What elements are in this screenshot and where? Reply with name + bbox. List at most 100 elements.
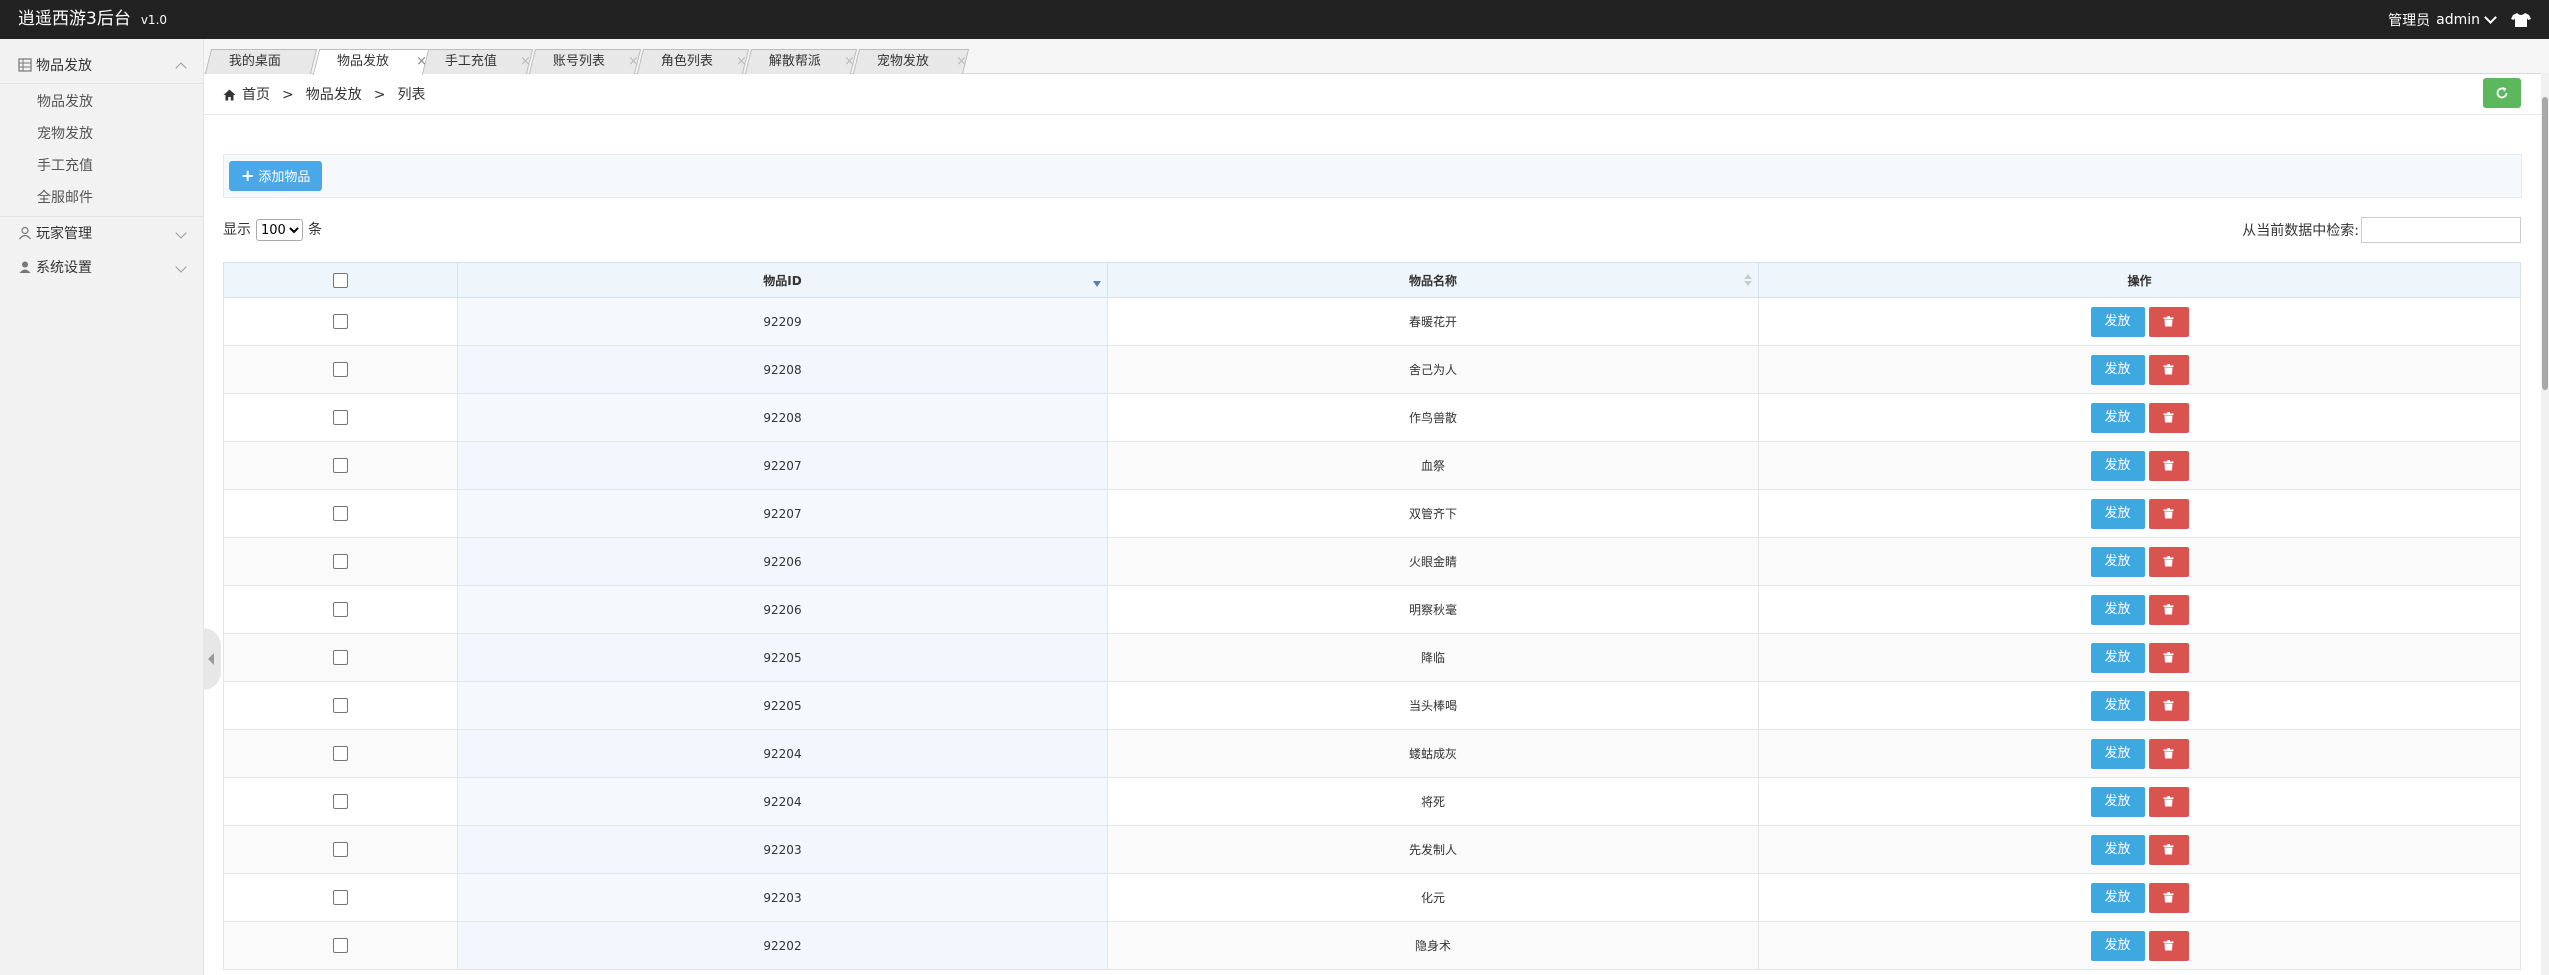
actions-cell: 发放 — [1758, 729, 2521, 778]
breadcrumb-section[interactable]: 物品发放 — [306, 82, 362, 108]
send-button[interactable]: 发放 — [2090, 594, 2145, 625]
row-checkbox[interactable] — [333, 362, 348, 377]
tab-item-grant[interactable]: 物品发放 × — [312, 49, 430, 75]
item-id-cell: 92202 — [457, 921, 1108, 970]
delete-button[interactable] — [2148, 402, 2189, 433]
item-name-cell: 蝼蛄成灰 — [1107, 729, 1759, 778]
row-checkbox[interactable] — [333, 938, 348, 953]
table-row: 92203 化元 发放 — [223, 873, 2521, 922]
tab-disband-guild[interactable]: 解散帮派 × — [744, 49, 858, 74]
row-checkbox[interactable] — [333, 650, 348, 665]
sidebar-group-item-grant[interactable]: 物品发放 — [0, 49, 203, 83]
row-checkbox[interactable] — [333, 506, 348, 521]
tab-manual-recharge[interactable]: 手工充值 × — [420, 49, 534, 74]
item-name-cell: 双管齐下 — [1107, 489, 1759, 538]
row-checkbox[interactable] — [333, 458, 348, 473]
breadcrumb-home[interactable]: 首页 — [242, 82, 270, 108]
actions-cell: 发放 — [1758, 345, 2521, 394]
sidebar-item-server-mail[interactable]: 全服邮件 — [0, 182, 203, 214]
row-checkbox[interactable] — [333, 554, 348, 569]
item-name-cell: 先发制人 — [1107, 825, 1759, 874]
delete-button[interactable] — [2148, 594, 2189, 625]
delete-button[interactable] — [2148, 786, 2189, 817]
breadcrumb-separator: > — [282, 87, 294, 103]
send-button[interactable]: 发放 — [2090, 498, 2145, 529]
send-button[interactable]: 发放 — [2090, 834, 2145, 865]
send-button[interactable]: 发放 — [2090, 402, 2145, 433]
tab-desktop[interactable]: 我的桌面 — [204, 49, 318, 74]
trash-icon — [2163, 700, 2174, 711]
delete-button[interactable] — [2148, 450, 2189, 481]
page-size-control: 显示 100 条 — [223, 218, 322, 242]
actions-cell: 发放 — [1758, 297, 2521, 346]
send-button[interactable]: 发放 — [2090, 546, 2145, 577]
delete-button[interactable] — [2148, 882, 2189, 913]
actions-cell: 发放 — [1758, 393, 2521, 442]
sidebar-item-pet-grant[interactable]: 宠物发放 — [0, 118, 203, 150]
table-row: 92204 蝼蛄成灰 发放 — [223, 729, 2521, 778]
select-all-checkbox[interactable] — [333, 272, 348, 288]
app-title: 逍遥西游3后台 — [18, 9, 131, 29]
delete-button[interactable] — [2148, 834, 2189, 865]
tab-role-list[interactable]: 角色列表 × — [636, 49, 750, 74]
sidebar-group-system-settings[interactable]: 系统设置 — [0, 251, 203, 285]
row-actions: 发放 — [1759, 786, 2520, 817]
send-button[interactable]: 发放 — [2090, 354, 2145, 385]
add-item-button[interactable]: + 添加物品 — [229, 161, 323, 191]
table-row: 92203 先发制人 发放 — [223, 825, 2521, 874]
column-item-id[interactable]: 物品ID — [457, 262, 1108, 298]
item-id-cell: 92205 — [457, 633, 1108, 682]
search-input[interactable] — [2361, 217, 2521, 243]
page-size-select[interactable]: 100 — [256, 219, 303, 241]
table-row: 92206 明察秋毫 发放 — [223, 585, 2521, 634]
row-checkbox[interactable] — [333, 794, 348, 809]
row-checkbox[interactable] — [333, 698, 348, 713]
sidebar-group-player-management[interactable]: 玩家管理 — [0, 217, 203, 251]
send-button[interactable]: 发放 — [2090, 690, 2145, 721]
delete-button[interactable] — [2148, 306, 2189, 337]
row-checkbox[interactable] — [333, 842, 348, 857]
send-button[interactable]: 发放 — [2090, 882, 2145, 913]
column-label: 操作 — [2127, 273, 2152, 288]
delete-button[interactable] — [2148, 546, 2189, 577]
tab-pet-grant[interactable]: 宠物发放 × — [852, 49, 970, 74]
refresh-button[interactable] — [2483, 78, 2521, 108]
tab-account-list[interactable]: 账号列表 × — [528, 49, 642, 74]
skin-icon[interactable] — [2511, 12, 2531, 28]
top-header: 逍遥西游3后台 v1.0 管理员 admin — [0, 0, 2549, 39]
trash-icon — [2163, 604, 2174, 615]
close-icon[interactable]: × — [416, 50, 427, 74]
column-item-name[interactable]: 物品名称 — [1107, 262, 1759, 298]
breadcrumb-divider — [204, 114, 2549, 115]
send-button[interactable]: 发放 — [2090, 642, 2145, 673]
sidebar-collapse-toggle[interactable] — [203, 628, 221, 690]
row-checkbox[interactable] — [333, 890, 348, 905]
row-select-cell — [223, 393, 458, 442]
send-button[interactable]: 发放 — [2090, 786, 2145, 817]
delete-button[interactable] — [2148, 930, 2189, 961]
search-control: 从当前数据中检索: — [2242, 217, 2521, 243]
send-button[interactable]: 发放 — [2090, 738, 2145, 769]
send-button[interactable]: 发放 — [2090, 306, 2145, 337]
app-version: v1.0 — [140, 13, 168, 27]
delete-button[interactable] — [2148, 354, 2189, 385]
sidebar-item-manual-recharge[interactable]: 手工充值 — [0, 150, 203, 182]
row-checkbox[interactable] — [333, 602, 348, 617]
close-icon[interactable]: × — [956, 50, 967, 74]
delete-button[interactable] — [2148, 738, 2189, 769]
delete-button[interactable] — [2148, 642, 2189, 673]
row-checkbox[interactable] — [333, 314, 348, 329]
scrollbar-thumb[interactable] — [2542, 97, 2548, 390]
send-button[interactable]: 发放 — [2090, 930, 2145, 961]
delete-button[interactable] — [2148, 498, 2189, 529]
row-checkbox[interactable] — [333, 746, 348, 761]
row-checkbox[interactable] — [333, 410, 348, 425]
delete-button[interactable] — [2148, 690, 2189, 721]
actions-cell: 发放 — [1758, 921, 2521, 970]
role-label: 管理员 — [2388, 12, 2431, 29]
send-button[interactable]: 发放 — [2090, 450, 2145, 481]
page-scrollbar[interactable] — [2541, 73, 2549, 975]
row-actions: 发放 — [1759, 738, 2520, 769]
sidebar-item-item-grant[interactable]: 物品发放 — [0, 86, 203, 118]
user-menu[interactable]: 管理员 admin — [2388, 10, 2497, 30]
